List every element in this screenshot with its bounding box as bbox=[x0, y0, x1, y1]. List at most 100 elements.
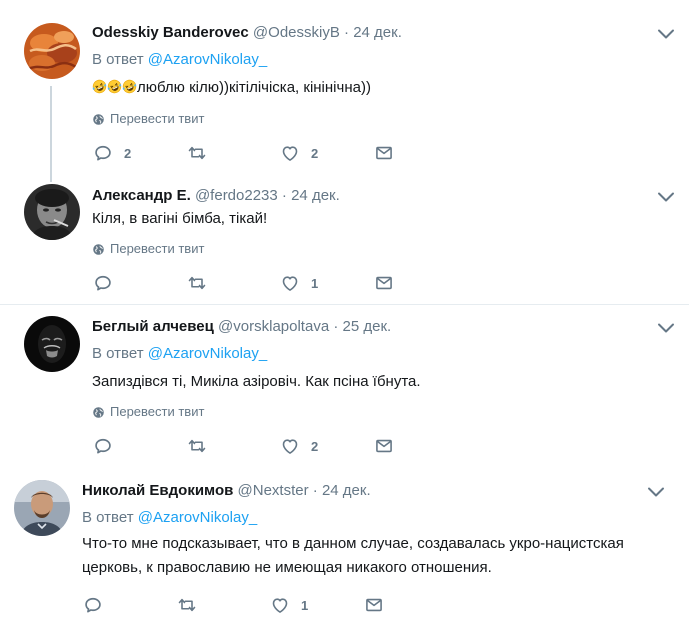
avatar-image bbox=[24, 184, 80, 240]
like-button[interactable]: 1 bbox=[269, 595, 308, 615]
reply-button[interactable] bbox=[82, 595, 114, 615]
tweet-text: Что-то мне подсказывает, что в данном сл… bbox=[82, 532, 672, 580]
avatar-image bbox=[14, 480, 70, 536]
reply-icon bbox=[92, 436, 114, 456]
tweet-text: Запиздівся ті, Микіла азіровіч. Как псін… bbox=[92, 370, 652, 394]
separator-dot: · bbox=[344, 24, 350, 41]
separator-dot: · bbox=[281, 187, 287, 204]
reply-count: 2 bbox=[124, 145, 132, 161]
separator-dot: · bbox=[312, 482, 318, 499]
display-name[interactable]: Николай Евдокимов bbox=[82, 482, 233, 499]
timestamp[interactable]: 24 дек. bbox=[322, 482, 371, 499]
like-count: 2 bbox=[311, 145, 319, 161]
tweet-actions: 1 bbox=[82, 595, 402, 615]
reply-icon bbox=[92, 273, 114, 293]
direct-message-button[interactable] bbox=[373, 143, 395, 163]
like-count: 2 bbox=[311, 438, 319, 454]
envelope-icon bbox=[363, 595, 385, 615]
avatar[interactable] bbox=[24, 23, 80, 79]
tweet-header: Беглый алчевец @vorsklapoltava · 25 дек. bbox=[92, 318, 391, 336]
envelope-icon bbox=[373, 273, 395, 293]
retweet-button[interactable] bbox=[186, 143, 218, 163]
tweet-text-body: Что-то мне подсказывает, что в данном сл… bbox=[82, 535, 624, 576]
heart-icon bbox=[279, 143, 301, 163]
tweet-actions: 2 bbox=[92, 436, 412, 456]
chevron-down-icon[interactable] bbox=[646, 485, 666, 499]
avatar[interactable] bbox=[24, 184, 80, 240]
username[interactable]: @OdesskiyB bbox=[253, 24, 340, 41]
tweet-header: Odesskiy Banderovec @OdesskiyB · 24 дек. bbox=[92, 24, 402, 42]
tweet[interactable]: Odesskiy Banderovec @OdesskiyB · 24 дек.… bbox=[0, 0, 689, 182]
direct-message-button[interactable] bbox=[363, 595, 385, 615]
tweet-text: люблю кілю))кітілічіска, кінінічна)) bbox=[92, 76, 652, 100]
heart-icon bbox=[269, 595, 291, 615]
rolling-on-floor-laughing-icon bbox=[122, 79, 137, 94]
reply-button[interactable] bbox=[92, 436, 124, 456]
translate-label: Перевести твит bbox=[110, 241, 205, 256]
reply-button[interactable] bbox=[92, 273, 124, 293]
translate-tweet-link[interactable]: Перевести твит bbox=[92, 241, 204, 257]
rolling-on-floor-laughing-icon bbox=[92, 79, 107, 94]
username[interactable]: @Nextster bbox=[238, 482, 309, 499]
like-count: 1 bbox=[301, 597, 309, 613]
tweet-header: Николай Евдокимов @Nextster · 24 дек. bbox=[82, 482, 371, 500]
globe-icon bbox=[92, 406, 105, 419]
mention-link[interactable]: @AzarovNikolay_ bbox=[148, 345, 267, 362]
reply-icon bbox=[82, 595, 104, 615]
username[interactable]: @ferdo2233 bbox=[195, 187, 278, 204]
retweet-button[interactable] bbox=[176, 595, 208, 615]
display-name[interactable]: Odesskiy Banderovec bbox=[92, 24, 249, 41]
tweet-text-body: Запиздівся ті, Микіла азіровіч. Как псін… bbox=[92, 373, 421, 390]
chevron-down-icon[interactable] bbox=[656, 190, 676, 204]
like-button[interactable]: 1 bbox=[279, 273, 318, 293]
reply-prefix: В ответ bbox=[82, 509, 134, 526]
timestamp[interactable]: 24 дек. bbox=[291, 187, 340, 204]
replies-thread: Odesskiy Banderovec @OdesskiyB · 24 дек.… bbox=[0, 0, 689, 635]
timestamp[interactable]: 25 дек. bbox=[343, 318, 392, 335]
retweet-icon bbox=[186, 143, 208, 163]
mention-link[interactable]: @AzarovNikolay_ bbox=[148, 51, 267, 68]
avatar[interactable] bbox=[24, 316, 80, 372]
reply-prefix: В ответ bbox=[92, 51, 144, 68]
direct-message-button[interactable] bbox=[373, 273, 395, 293]
avatar-image bbox=[24, 316, 80, 372]
avatar[interactable] bbox=[14, 480, 70, 536]
envelope-icon bbox=[373, 143, 395, 163]
retweet-button[interactable] bbox=[186, 273, 218, 293]
thread-connector-line bbox=[50, 86, 52, 182]
reply-prefix: В ответ bbox=[92, 345, 144, 362]
envelope-icon bbox=[373, 436, 395, 456]
avatar-image bbox=[24, 23, 80, 79]
tweet-actions: 2 2 bbox=[92, 143, 412, 163]
reply-context: В ответ @AzarovNikolay_ bbox=[92, 51, 267, 69]
mention-link[interactable]: @AzarovNikolay_ bbox=[138, 509, 257, 526]
like-button[interactable]: 2 bbox=[279, 436, 318, 456]
reply-context: В ответ @AzarovNikolay_ bbox=[82, 509, 257, 527]
reply-icon bbox=[92, 143, 114, 163]
username[interactable]: @vorsklapoltava bbox=[218, 318, 329, 335]
heart-icon bbox=[279, 436, 301, 456]
tweet[interactable]: Николай Евдокимов @Nextster · 24 дек. В … bbox=[0, 462, 689, 635]
tweet-text-body: люблю кілю))кітілічіска, кінінічна)) bbox=[137, 79, 371, 96]
timestamp[interactable]: 24 дек. bbox=[353, 24, 402, 41]
direct-message-button[interactable] bbox=[373, 436, 395, 456]
display-name[interactable]: Беглый алчевец bbox=[92, 318, 214, 335]
retweet-icon bbox=[186, 273, 208, 293]
translate-label: Перевести твит bbox=[110, 404, 205, 419]
like-count: 1 bbox=[311, 275, 319, 291]
tweet-text: Кіля, в вагіні бімба, тікай! bbox=[92, 207, 652, 231]
tweet[interactable]: Беглый алчевец @vorsklapoltava · 25 дек.… bbox=[0, 305, 689, 462]
tweet-header: Александр Е. @ferdo2233 · 24 дек. bbox=[92, 187, 340, 205]
retweet-icon bbox=[176, 595, 198, 615]
tweet[interactable]: Александр Е. @ferdo2233 · 24 дек. Кіля, … bbox=[0, 178, 689, 304]
reply-button[interactable]: 2 bbox=[92, 143, 131, 163]
chevron-down-icon[interactable] bbox=[656, 27, 676, 41]
translate-tweet-link[interactable]: Перевести твит bbox=[92, 111, 204, 127]
heart-icon bbox=[279, 273, 301, 293]
separator-dot: · bbox=[333, 318, 339, 335]
display-name[interactable]: Александр Е. bbox=[92, 187, 191, 204]
translate-tweet-link[interactable]: Перевести твит bbox=[92, 404, 204, 420]
retweet-button[interactable] bbox=[186, 436, 218, 456]
like-button[interactable]: 2 bbox=[279, 143, 318, 163]
chevron-down-icon[interactable] bbox=[656, 321, 676, 335]
